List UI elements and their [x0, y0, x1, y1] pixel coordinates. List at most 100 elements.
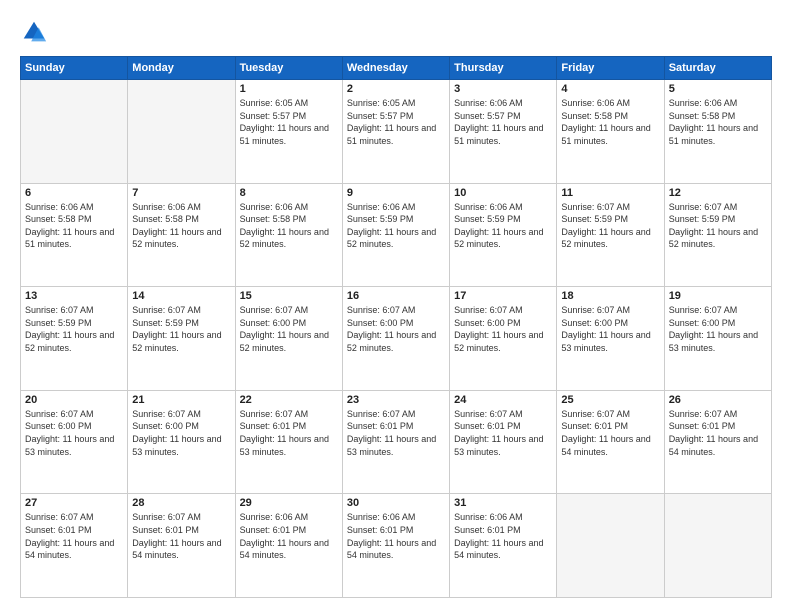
calendar-cell: 20 Sunrise: 6:07 AMSunset: 6:00 PMDayligh…	[21, 390, 128, 494]
weekday-header-thursday: Thursday	[450, 57, 557, 80]
calendar-cell: 17 Sunrise: 6:07 AMSunset: 6:00 PMDayligh…	[450, 287, 557, 391]
day-info: Sunrise: 6:06 AMSunset: 5:59 PMDaylight:…	[454, 201, 552, 251]
day-info: Sunrise: 6:07 AMSunset: 6:00 PMDaylight:…	[132, 408, 230, 458]
day-number: 9	[347, 187, 445, 199]
calendar-cell: 25Sunrise: 6:07 AMSunset: 6:01 PMDayligh…	[557, 390, 664, 494]
day-number: 3	[454, 83, 552, 95]
day-number: 20	[25, 394, 123, 406]
day-info: Sunrise: 6:07 AMSunset: 5:59 PMDaylight:…	[561, 201, 659, 251]
day-number: 21	[132, 394, 230, 406]
day-number: 2	[347, 83, 445, 95]
calendar-cell: 11 Sunrise: 6:07 AMSunset: 5:59 PMDayligh…	[557, 183, 664, 287]
calendar-cell: 1 Sunrise: 6:05 AMSunset: 5:57 PMDaylight…	[235, 80, 342, 184]
day-number: 28	[132, 497, 230, 509]
calendar-cell: 29 Sunrise: 6:06 AMSunset: 6:01 PMDayligh…	[235, 494, 342, 598]
day-info: Sunrise: 6:06 AMSunset: 6:01 PMDaylight:…	[347, 511, 445, 561]
weekday-header-saturday: Saturday	[664, 57, 771, 80]
day-number: 6	[25, 187, 123, 199]
day-number: 1	[240, 83, 338, 95]
day-info: Sunrise: 6:06 AMSunset: 6:01 PMDaylight:…	[454, 511, 552, 561]
logo-icon	[20, 18, 48, 46]
logo	[20, 18, 52, 46]
day-number: 31	[454, 497, 552, 509]
calendar-cell: 9 Sunrise: 6:06 AMSunset: 5:59 PMDaylight…	[342, 183, 449, 287]
calendar-week-4: 20 Sunrise: 6:07 AMSunset: 6:00 PMDayligh…	[21, 390, 772, 494]
weekday-header-tuesday: Tuesday	[235, 57, 342, 80]
day-number: 17	[454, 290, 552, 302]
day-number: 26	[669, 394, 767, 406]
day-info: Sunrise: 6:05 AMSunset: 5:57 PMDaylight:…	[240, 97, 338, 147]
day-info: Sunrise: 6:07 AMSunset: 6:00 PMDaylight:…	[669, 304, 767, 354]
day-info: Sunrise: 6:07 AMSunset: 6:00 PMDaylight:…	[561, 304, 659, 354]
day-info: Sunrise: 6:07 AMSunset: 6:00 PMDaylight:…	[454, 304, 552, 354]
day-info: Sunrise: 6:05 AMSunset: 5:57 PMDaylight:…	[347, 97, 445, 147]
calendar-cell: 3 Sunrise: 6:06 AMSunset: 5:57 PMDaylight…	[450, 80, 557, 184]
day-info: Sunrise: 6:06 AMSunset: 5:57 PMDaylight:…	[454, 97, 552, 147]
weekday-header-sunday: Sunday	[21, 57, 128, 80]
calendar-cell	[557, 494, 664, 598]
day-info: Sunrise: 6:07 AMSunset: 6:01 PMDaylight:…	[347, 408, 445, 458]
day-number: 13	[25, 290, 123, 302]
day-number: 11	[561, 187, 659, 199]
calendar-cell: 24 Sunrise: 6:07 AMSunset: 6:01 PMDayligh…	[450, 390, 557, 494]
day-info: Sunrise: 6:06 AMSunset: 5:59 PMDaylight:…	[347, 201, 445, 251]
day-number: 29	[240, 497, 338, 509]
calendar-cell	[664, 494, 771, 598]
day-number: 18	[561, 290, 659, 302]
day-info: Sunrise: 6:06 AMSunset: 6:01 PMDaylight:…	[240, 511, 338, 561]
weekday-header-monday: Monday	[128, 57, 235, 80]
calendar-cell: 19 Sunrise: 6:07 AMSunset: 6:00 PMDayligh…	[664, 287, 771, 391]
day-number: 30	[347, 497, 445, 509]
calendar-cell: 16 Sunrise: 6:07 AMSunset: 6:00 PMDayligh…	[342, 287, 449, 391]
day-number: 27	[25, 497, 123, 509]
calendar-cell: 26 Sunrise: 6:07 AMSunset: 6:01 PMDayligh…	[664, 390, 771, 494]
day-number: 8	[240, 187, 338, 199]
calendar-cell: 4 Sunrise: 6:06 AMSunset: 5:58 PMDaylight…	[557, 80, 664, 184]
calendar-cell: 15Sunrise: 6:07 AMSunset: 6:00 PMDayligh…	[235, 287, 342, 391]
day-number: 10	[454, 187, 552, 199]
day-info: Sunrise: 6:07 AMSunset: 6:00 PMDaylight:…	[347, 304, 445, 354]
calendar-cell: 8 Sunrise: 6:06 AMSunset: 5:58 PMDaylight…	[235, 183, 342, 287]
calendar-cell: 28 Sunrise: 6:07 AMSunset: 6:01 PMDayligh…	[128, 494, 235, 598]
calendar-cell: 12 Sunrise: 6:07 AMSunset: 5:59 PMDayligh…	[664, 183, 771, 287]
day-number: 12	[669, 187, 767, 199]
day-info: Sunrise: 6:07 AMSunset: 5:59 PMDaylight:…	[132, 304, 230, 354]
day-info: Sunrise: 6:07 AMSunset: 6:01 PMDaylight:…	[132, 511, 230, 561]
day-info: Sunrise: 6:07 AMSunset: 6:01 PMDaylight:…	[669, 408, 767, 458]
day-info: Sunrise: 6:07 AMSunset: 6:01 PMDaylight:…	[454, 408, 552, 458]
day-info: Sunrise: 6:07 AMSunset: 6:00 PMDaylight:…	[25, 408, 123, 458]
calendar-cell: 23 Sunrise: 6:07 AMSunset: 6:01 PMDayligh…	[342, 390, 449, 494]
day-number: 15	[240, 290, 338, 302]
calendar-cell: 5 Sunrise: 6:06 AMSunset: 5:58 PMDaylight…	[664, 80, 771, 184]
day-number: 19	[669, 290, 767, 302]
calendar-cell: 30 Sunrise: 6:06 AMSunset: 6:01 PMDayligh…	[342, 494, 449, 598]
calendar-cell: 10 Sunrise: 6:06 AMSunset: 5:59 PMDayligh…	[450, 183, 557, 287]
calendar-week-2: 6 Sunrise: 6:06 AMSunset: 5:58 PMDaylight…	[21, 183, 772, 287]
weekday-header-row: SundayMondayTuesdayWednesdayThursdayFrid…	[21, 57, 772, 80]
calendar-cell	[128, 80, 235, 184]
calendar-cell: 22Sunrise: 6:07 AMSunset: 6:01 PMDayligh…	[235, 390, 342, 494]
weekday-header-wednesday: Wednesday	[342, 57, 449, 80]
day-info: Sunrise: 6:07 AMSunset: 5:59 PMDaylight:…	[669, 201, 767, 251]
day-number: 25	[561, 394, 659, 406]
day-number: 23	[347, 394, 445, 406]
calendar-week-1: 1 Sunrise: 6:05 AMSunset: 5:57 PMDaylight…	[21, 80, 772, 184]
day-info: Sunrise: 6:06 AMSunset: 5:58 PMDaylight:…	[132, 201, 230, 251]
day-number: 16	[347, 290, 445, 302]
calendar-cell: 13Sunrise: 6:07 AMSunset: 5:59 PMDayligh…	[21, 287, 128, 391]
day-number: 5	[669, 83, 767, 95]
day-number: 4	[561, 83, 659, 95]
day-number: 14	[132, 290, 230, 302]
calendar-cell: 21 Sunrise: 6:07 AMSunset: 6:00 PMDayligh…	[128, 390, 235, 494]
day-info: Sunrise: 6:06 AMSunset: 5:58 PMDaylight:…	[669, 97, 767, 147]
day-info: Sunrise: 6:07 AMSunset: 6:01 PMDaylight:…	[240, 408, 338, 458]
calendar-week-5: 27 Sunrise: 6:07 AMSunset: 6:01 PMDayligh…	[21, 494, 772, 598]
day-info: Sunrise: 6:06 AMSunset: 5:58 PMDaylight:…	[25, 201, 123, 251]
day-number: 7	[132, 187, 230, 199]
day-info: Sunrise: 6:06 AMSunset: 5:58 PMDaylight:…	[240, 201, 338, 251]
day-number: 24	[454, 394, 552, 406]
calendar-cell: 31 Sunrise: 6:06 AMSunset: 6:01 PMDayligh…	[450, 494, 557, 598]
day-info: Sunrise: 6:06 AMSunset: 5:58 PMDaylight:…	[561, 97, 659, 147]
header	[20, 18, 772, 46]
day-info: Sunrise: 6:07 AMSunset: 6:01 PMDaylight:…	[25, 511, 123, 561]
